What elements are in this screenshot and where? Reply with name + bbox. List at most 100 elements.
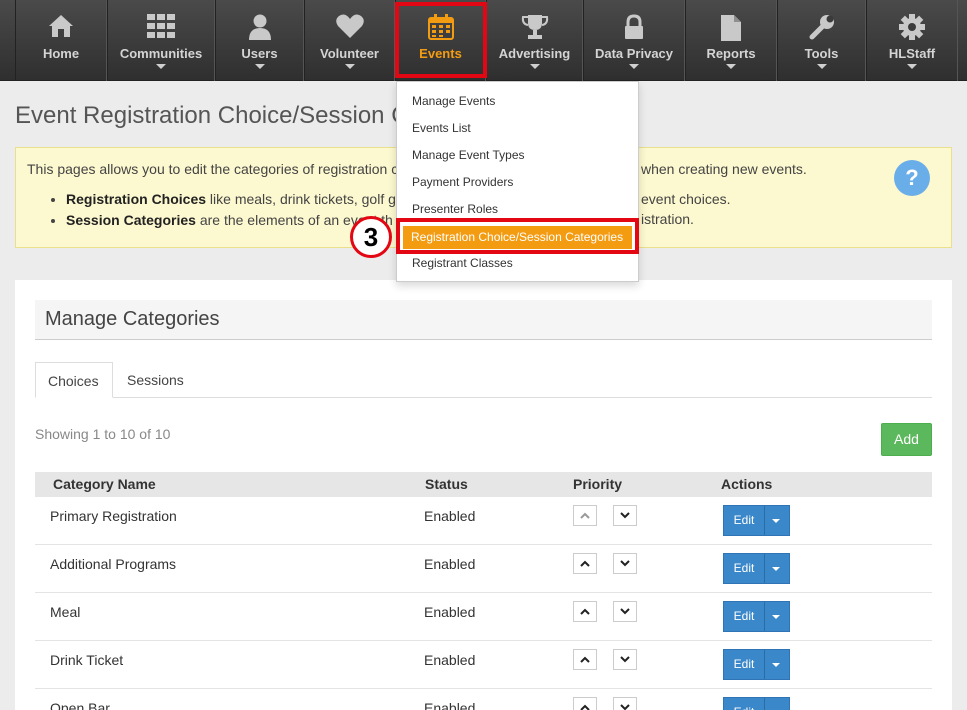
header-status: Status — [425, 476, 468, 492]
edit-button-group: Edit — [723, 697, 790, 710]
info-intro: This pages allows you to edit the catego… — [27, 161, 398, 177]
info-bullet-choices-end: event choices. — [641, 191, 731, 207]
heart-icon — [305, 14, 394, 42]
priority-down-button[interactable] — [613, 601, 637, 622]
header-priority: Priority — [573, 476, 623, 492]
category-status: Enabled — [424, 556, 476, 572]
chevron-down-icon — [629, 64, 639, 69]
category-tabs: Choices Sessions — [35, 362, 932, 398]
menu-item-registrant-classes[interactable]: Registrant Classes — [412, 256, 513, 270]
info-bullet-choices: Registration Choices like meals, drink t… — [66, 191, 396, 207]
chevron-down-icon — [254, 64, 265, 69]
nav-reports[interactable]: Reports — [685, 0, 777, 81]
nav-advertising[interactable]: Advertising — [486, 0, 583, 81]
category-name: Additional Programs — [50, 556, 177, 572]
chevron-up-icon — [580, 656, 590, 663]
add-button[interactable]: Add — [881, 423, 932, 456]
nav-volunteer-label: Volunteer — [320, 46, 379, 61]
chevron-down-icon — [344, 64, 355, 69]
nav-volunteer[interactable]: Volunteer — [304, 0, 395, 81]
category-name: Drink Ticket — [50, 652, 124, 668]
chevron-down-icon — [620, 560, 630, 567]
edit-button[interactable]: Edit — [724, 698, 765, 710]
chevron-down-icon — [620, 704, 630, 710]
priority-up-button[interactable] — [573, 697, 597, 710]
nav-communities[interactable]: Communities — [107, 0, 215, 81]
chevron-up-icon — [580, 512, 590, 519]
page-title: Event Registration Choice/Session Ca — [15, 102, 422, 129]
info-bullet-sessions-end: istration. — [641, 211, 694, 227]
nav-hlstaff[interactable]: HLStaff — [866, 0, 958, 81]
header-category-name: Category Name — [53, 476, 156, 492]
priority-down-button[interactable] — [613, 553, 637, 574]
category-status: Enabled — [424, 604, 476, 620]
nav-home-label: Home — [42, 46, 80, 61]
menu-item-manage-event-types[interactable]: Manage Event Types — [412, 148, 525, 162]
help-icon[interactable]: ? — [894, 160, 930, 196]
nav-data-privacy-label: Data Privacy — [594, 46, 674, 61]
priority-up-button[interactable] — [573, 649, 597, 670]
menu-item-payment-providers[interactable]: Payment Providers — [412, 175, 513, 189]
menu-item-presenter-roles[interactable]: Presenter Roles — [412, 202, 498, 216]
chevron-down-icon — [726, 64, 736, 69]
edit-button[interactable]: Edit — [724, 650, 765, 679]
chevron-down-icon — [907, 64, 917, 69]
info-bullet-choices-bold: Registration Choices — [66, 191, 207, 207]
chevron-down-icon — [529, 64, 540, 69]
priority-down-button[interactable] — [613, 505, 637, 526]
chevron-down-icon — [620, 512, 630, 519]
nav-advertising-label: Advertising — [498, 46, 571, 61]
menu-item-manage-events[interactable]: Manage Events — [412, 94, 495, 108]
home-icon — [16, 14, 106, 42]
nav-tools[interactable]: Tools — [777, 0, 866, 81]
chevron-up-icon — [580, 560, 590, 567]
tab-choices[interactable]: Choices — [35, 362, 113, 398]
menu-item-events-list[interactable]: Events List — [412, 121, 471, 135]
priority-up-button[interactable] — [573, 601, 597, 622]
nav-reports-label: Reports — [706, 46, 756, 61]
category-status: Enabled — [424, 700, 476, 710]
edit-dropdown-toggle[interactable] — [772, 663, 780, 667]
gear-icon — [867, 14, 957, 42]
edit-button[interactable]: Edit — [724, 554, 765, 583]
nav-users[interactable]: Users — [215, 0, 304, 81]
table-row: Drink Ticket Enabled Edit — [35, 641, 932, 689]
edit-button-group: Edit — [723, 601, 790, 632]
category-name: Meal — [50, 604, 81, 620]
info-intro-end: when creating new events. — [641, 161, 807, 177]
table-header: Category Name Status Priority Actions — [35, 472, 932, 497]
edit-dropdown-toggle[interactable] — [772, 519, 780, 523]
priority-down-button[interactable] — [613, 649, 637, 670]
user-icon — [216, 14, 303, 42]
edit-dropdown-toggle[interactable] — [772, 615, 780, 619]
table-row: Open Bar Enabled Edit — [35, 689, 932, 710]
step-number-badge: 3 — [350, 216, 392, 258]
header-actions: Actions — [721, 476, 773, 492]
edit-button[interactable]: Edit — [724, 602, 765, 631]
info-bullet-sessions-bold: Session Categories — [66, 212, 196, 228]
chevron-down-icon — [156, 64, 166, 69]
info-bullet-choices-text: like meals, drink tickets, golf g — [206, 191, 396, 207]
info-intro-text: This pages allows you to edit the catego… — [27, 161, 399, 177]
tab-sessions[interactable]: Sessions — [115, 362, 203, 398]
table-row: Primary Registration Enabled Edit — [35, 497, 932, 545]
edit-button-group: Edit — [723, 505, 790, 536]
priority-up-button[interactable] — [573, 553, 597, 574]
category-name: Primary Registration — [50, 508, 177, 524]
edit-button[interactable]: Edit — [724, 506, 765, 535]
panel-title: Manage Categories — [35, 300, 932, 340]
edit-dropdown-toggle[interactable] — [772, 567, 780, 571]
nav-hlstaff-label: HLStaff — [888, 46, 936, 61]
info-bullet-sessions: Session Categories are the elements of a… — [66, 212, 396, 228]
menu-highlight-box — [396, 218, 639, 254]
grid-icon — [108, 14, 214, 42]
priority-down-button[interactable] — [613, 697, 637, 710]
lock-icon — [584, 14, 684, 42]
chevron-down-icon — [816, 64, 827, 69]
priority-up-button — [573, 505, 597, 526]
document-icon — [686, 14, 776, 42]
table-row: Meal Enabled Edit — [35, 593, 932, 641]
nav-data-privacy[interactable]: Data Privacy — [583, 0, 685, 81]
table-row: Additional Programs Enabled Edit — [35, 545, 932, 593]
nav-home[interactable]: Home — [15, 0, 107, 81]
